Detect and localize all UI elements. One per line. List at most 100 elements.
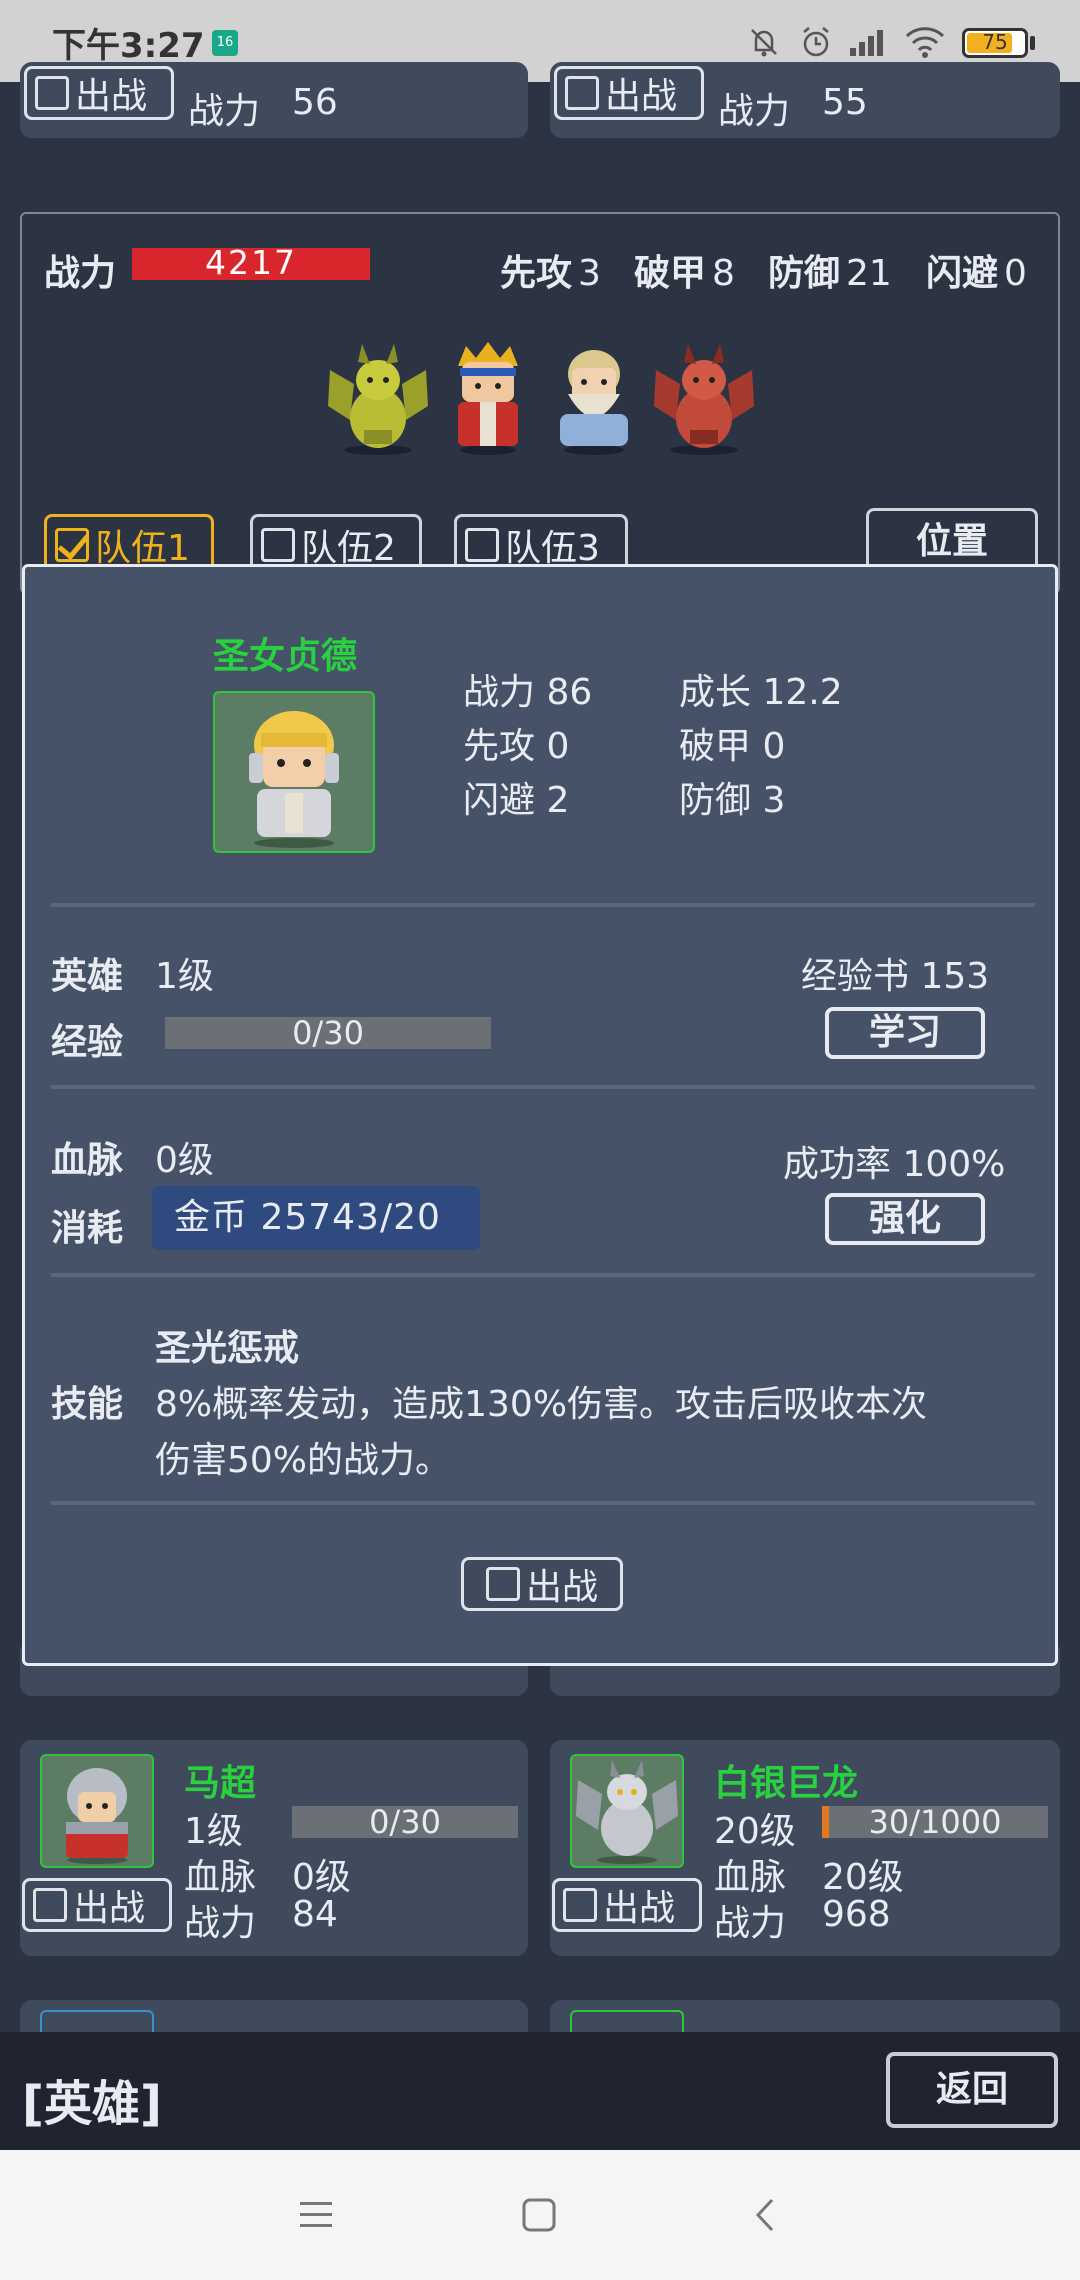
- exp-bar: 30/1000: [822, 1806, 1048, 1838]
- deploy-toggle[interactable]: 出战: [24, 66, 174, 120]
- power-value: 55: [822, 82, 868, 123]
- blood-level: 0级: [155, 1140, 214, 1181]
- hero-level-value: 1级: [155, 956, 214, 997]
- divider: [51, 1501, 1035, 1505]
- checkbox-icon: [261, 528, 295, 562]
- skill-description-line2: 伤害50%的战力。: [155, 1440, 452, 1481]
- cost-label: 消耗: [51, 1208, 124, 1249]
- silver-dragon-sprite: [576, 1760, 678, 1864]
- hero-name: 白银巨龙: [714, 1763, 859, 1804]
- deploy-label: 出战: [75, 76, 148, 117]
- armored-knight-sprite: [66, 1768, 128, 1864]
- status-time: 下午3:27: [52, 26, 205, 66]
- hero-card-top-right: 出战 战力 55: [550, 62, 1060, 138]
- blood-label: 血脉: [184, 1857, 257, 1898]
- divider: [51, 1273, 1035, 1277]
- skill-label: 技能: [51, 1384, 124, 1425]
- deploy-label: 出战: [525, 1567, 598, 1608]
- yellow-dragon-sprite: [328, 344, 428, 455]
- team-stat-defense: 防御 21: [768, 253, 892, 294]
- hero-card-silver-dragon[interactable]: 白银巨龙 20级 30/1000 血脉 20级 战力 968 出战: [550, 1740, 1060, 1956]
- hero-stat-growth: 成长 12.2: [679, 672, 843, 713]
- system-nav-bar: [0, 2150, 1080, 2280]
- power-value: 56: [292, 82, 338, 123]
- checkbox-checked-icon: [55, 528, 89, 562]
- learn-button[interactable]: 学习: [825, 1007, 985, 1059]
- power-label: 战力: [714, 1903, 787, 1944]
- checkbox-icon: [565, 76, 599, 110]
- back-button[interactable]: 返回: [886, 2052, 1058, 2128]
- deploy-toggle[interactable]: 出战: [554, 66, 704, 120]
- deploy-toggle[interactable]: 出战: [22, 1878, 172, 1932]
- exp-value: 0/30: [292, 1017, 364, 1049]
- exp-bar-fill: [822, 1806, 829, 1838]
- ninja-hero-sprite: [458, 342, 518, 455]
- page-title: [英雄]: [22, 2076, 162, 2132]
- hero-card-machao[interactable]: 马超 1级 0/30 血脉 0级 战力 84 出战: [20, 1740, 528, 1956]
- app-notification-icon: 16: [212, 30, 238, 56]
- blood-label: 血脉: [714, 1857, 787, 1898]
- team-power-label: 战力: [44, 253, 117, 294]
- team-stat-dodge: 闪避 0: [926, 253, 1027, 294]
- checkbox-icon: [485, 1567, 520, 1601]
- hero-level: 20级: [714, 1811, 796, 1852]
- old-sage-sprite: [560, 350, 628, 455]
- deploy-toggle[interactable]: 出战: [461, 1557, 623, 1611]
- skill-name: 圣光惩戒: [155, 1328, 300, 1369]
- deploy-toggle[interactable]: 出战: [552, 1878, 702, 1932]
- hero-portrait: [570, 1754, 684, 1868]
- skill-description-line1: 8%概率发动，造成130%伤害。攻击后吸收本次: [155, 1384, 928, 1425]
- hero-detail-modal: 圣女贞德 战力 86 成长 12.2 先攻 0 破甲 0 闪避 2 防御 3 英…: [22, 564, 1058, 1666]
- red-dragon-sprite: [654, 344, 754, 455]
- power-label: 战力: [718, 91, 791, 132]
- divider: [51, 903, 1035, 907]
- divider: [51, 1085, 1035, 1089]
- hero-portrait: [40, 1754, 154, 1868]
- hero-portrait: [213, 691, 375, 853]
- hero-name: 马超: [184, 1763, 257, 1804]
- exp-value: 30/1000: [868, 1806, 1002, 1838]
- mute-icon: [751, 29, 777, 57]
- bottom-bar: [英雄] 返回: [0, 2032, 1080, 2150]
- power-value: 968: [822, 1894, 891, 1935]
- team-power-bar: 4217: [132, 246, 370, 280]
- signal-icon: [850, 30, 883, 56]
- hero-stat-dodge: 闪避 2: [463, 780, 570, 821]
- deploy-label: 出战: [605, 76, 678, 117]
- hero-stat-defense: 防御 3: [679, 780, 786, 821]
- menu-icon[interactable]: [298, 2198, 334, 2232]
- blood-label: 血脉: [51, 1140, 124, 1181]
- hero-name: 圣女贞德: [213, 636, 358, 677]
- blood-value: 0级: [292, 1857, 351, 1898]
- saintess-sprite: [249, 711, 339, 848]
- exp-label: 经验: [51, 1022, 124, 1063]
- wifi-icon: [905, 27, 945, 58]
- back-icon[interactable]: [752, 2196, 778, 2234]
- alarm-icon: [803, 27, 829, 57]
- battery-level: 75: [982, 30, 1008, 54]
- exp-bar: 0/30: [165, 1017, 491, 1049]
- hero-stat-armor-break: 破甲 0: [679, 726, 786, 767]
- home-icon[interactable]: [520, 2196, 558, 2234]
- checkbox-icon: [465, 528, 499, 562]
- battery-icon: 75: [962, 28, 1028, 58]
- battery-cap: [1030, 36, 1035, 50]
- checkbox-icon: [33, 1888, 67, 1922]
- exp-value: 0/30: [369, 1806, 441, 1838]
- exp-bar: 0/30: [292, 1806, 518, 1838]
- hero-level: 1级: [184, 1811, 243, 1852]
- hero-stat-power: 战力 86: [463, 672, 593, 713]
- hero-level-label: 英雄: [51, 956, 124, 997]
- success-rate: 成功率 100%: [783, 1144, 1006, 1185]
- exp-book-count: 经验书 153: [801, 956, 990, 997]
- cost-coin-box: 金币 25743/20: [152, 1186, 480, 1250]
- checkbox-icon: [563, 1888, 597, 1922]
- hero-card-top-left: 出战 战力 56: [20, 62, 528, 138]
- deploy-label: 出战: [603, 1888, 676, 1929]
- enhance-button[interactable]: 强化: [825, 1193, 985, 1245]
- team-stat-initiative: 先攻 3: [500, 253, 601, 294]
- team-stat-armor-break: 破甲 8: [634, 253, 735, 294]
- blood-value: 20级: [822, 1857, 904, 1898]
- power-label: 战力: [188, 91, 261, 132]
- notification-badge: 16: [216, 35, 234, 50]
